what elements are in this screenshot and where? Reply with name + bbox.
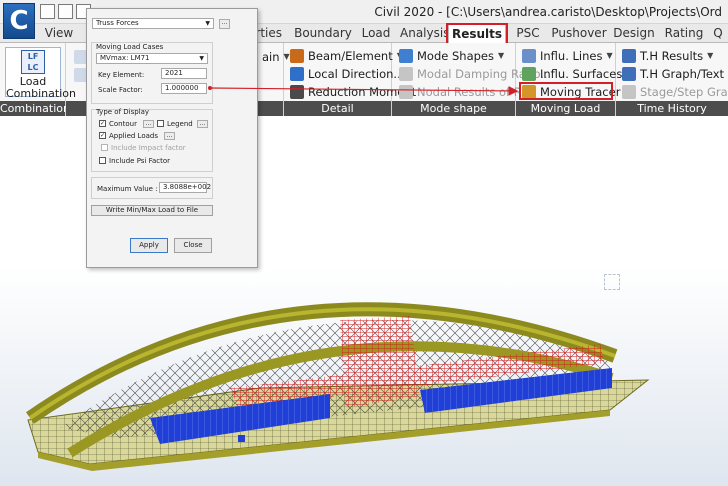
influence-surface-icon — [522, 67, 536, 81]
include-impact-factor-checkbox[interactable] — [101, 144, 108, 151]
moving-tracer-highlight — [519, 82, 613, 100]
model-viewport[interactable] — [0, 268, 728, 486]
tab-boundary[interactable]: Boundary — [294, 24, 352, 43]
th-results-icon — [622, 49, 636, 63]
include-psi-factor-label: Include Psi Factor — [109, 157, 171, 165]
new-file-icon[interactable] — [40, 4, 55, 19]
tab-results[interactable]: Results — [448, 24, 506, 44]
mode-shape-icon — [399, 49, 413, 63]
contour-options-button[interactable]: ... — [143, 120, 154, 128]
result-type-select[interactable]: Truss Forces ▼ — [92, 18, 214, 29]
tab-analysis[interactable]: Analysis — [400, 24, 449, 43]
th-graph-text-label: T.H Graph/Text — [640, 67, 725, 81]
scale-factor-label: Scale Factor: — [98, 86, 143, 94]
damping-icon — [399, 67, 413, 81]
result-type-options-button[interactable]: ... — [219, 19, 230, 29]
moment-icon — [290, 85, 304, 99]
type-of-display-label: Type of Display — [96, 108, 150, 116]
applied-loads-options-button[interactable]: ... — [164, 132, 175, 140]
load-combination-icon: LF LC — [21, 50, 45, 74]
influ-lines-button[interactable]: Influ. Lines ▼ — [522, 48, 613, 64]
group-label-detail: Detail — [284, 101, 391, 116]
tab-rating[interactable]: Rating — [664, 24, 704, 43]
moving-tracer-dialog: Truss Forces ▼ ... Moving Load Cases MVm… — [86, 8, 258, 268]
th-graph-text-button[interactable]: T.H Graph/Text▼ — [622, 66, 728, 82]
mode-shapes-label: Mode Shapes — [417, 49, 494, 63]
nodal-results-rs-button[interactable]: Nodal Results of RS — [399, 84, 529, 100]
nodal-results-icon — [399, 85, 413, 99]
screenshot-root: Civil 2020 - [C:\Users\andrea.caristo\De… — [0, 0, 728, 486]
stage-step-graph-button[interactable]: Stage/Step Graph — [622, 84, 728, 100]
contour-label: Contour — [109, 120, 137, 128]
beam-element-label: Beam/Element — [308, 49, 393, 63]
th-results-label: T.H Results — [640, 49, 704, 63]
app-logo-icon[interactable]: C — [3, 3, 35, 39]
support-marker — [238, 435, 245, 442]
axes-icon — [290, 67, 304, 81]
th-results-button[interactable]: T.H Results ▼ — [622, 48, 713, 64]
tab-design[interactable]: Design — [612, 24, 656, 43]
include-impact-factor-label: Include Impact factor — [111, 144, 186, 152]
legend-checkbox[interactable] — [157, 120, 164, 127]
influ-lines-label: Influ. Lines — [540, 49, 603, 63]
moving-load-case-value: MVmax: LM71 — [100, 54, 150, 62]
nodal-results-rs-label: Nodal Results of RS — [417, 85, 530, 99]
stage-graph-icon — [622, 85, 636, 99]
group-label-mode-shape: Mode shape — [392, 101, 515, 116]
include-psi-factor-checkbox[interactable] — [99, 157, 106, 164]
maximum-value-field: 3.8088e+002 — [159, 182, 211, 193]
chevron-down-icon: ▼ — [205, 20, 210, 27]
scale-factor-input[interactable]: 1.000000 — [161, 83, 207, 94]
legend-options-button[interactable]: ... — [197, 120, 208, 128]
ribbon-group-time-history: T.H Results▼ T.H Graph/Text▼ Stage/Step … — [616, 43, 728, 116]
ribbon-group-mode-shape: Mode Shapes ▼ Modal Damping Ratio.. Nodal… — [392, 43, 548, 116]
quick-access-toolbar — [40, 4, 91, 19]
load-combination-button[interactable]: LF LC Load Combination — [5, 47, 76, 100]
write-min-max-load-button[interactable]: Write Min/Max Load to File — [91, 205, 213, 216]
window-title: Civil 2020 - [C:\Users\andrea.caristo\De… — [374, 5, 722, 19]
close-button[interactable]: Close — [174, 238, 212, 253]
chevron-down-icon: ▼ — [199, 55, 204, 62]
red-load-block — [340, 316, 420, 408]
tab-pushover[interactable]: Pushover — [550, 24, 608, 43]
chevron-down-icon: ▼ — [498, 51, 505, 60]
chevron-down-icon: ▼ — [707, 51, 714, 60]
maximum-value-label: Maximum Value : — [97, 185, 158, 193]
partial-ribbon-item-label: ain — [262, 50, 280, 64]
graph-icon — [622, 67, 636, 81]
group-label-time-history: Time History — [616, 101, 728, 116]
group-label-moving-load: Moving Load — [516, 101, 615, 116]
legend-label: Legend — [167, 120, 193, 128]
key-element-label: Key Element: — [98, 71, 145, 79]
bridge-model — [26, 302, 650, 471]
mode-shapes-button[interactable]: Mode Shapes ▼ — [399, 48, 504, 64]
applied-loads-checkbox[interactable]: ✓ — [99, 132, 106, 139]
moving-load-cases-label: Moving Load Cases — [96, 43, 164, 51]
chevron-down-icon: ▼ — [606, 51, 613, 60]
beam-element-button[interactable]: Beam/Element▼ — [290, 48, 403, 64]
local-direction-button[interactable]: Local Direction.. — [290, 66, 401, 82]
local-direction-label: Local Direction.. — [308, 67, 401, 81]
apply-button[interactable]: Apply — [130, 238, 168, 253]
ribbon-group-combination: LF LC Load Combination Combination — [0, 43, 76, 116]
ribbon-group-moving-load: Influ. Lines▼ Influ. Surfaces▼ Moving Tr… — [516, 43, 632, 116]
result-type-value: Truss Forces — [96, 19, 139, 27]
group-label-combination: Combination — [0, 101, 70, 116]
beam-icon — [290, 49, 304, 63]
tab-view[interactable]: View — [40, 24, 78, 43]
stage-step-graph-label: Stage/Step Graph — [640, 85, 728, 99]
influ-surfaces-label: Influ. Surfaces — [540, 67, 623, 81]
tab-psc[interactable]: PSC — [512, 24, 544, 43]
moving-load-case-select[interactable]: MVmax: LM71 ▼ — [96, 53, 208, 64]
key-element-input[interactable]: 2021 — [161, 68, 207, 79]
contour-checkbox[interactable]: ✓ — [99, 120, 106, 127]
ribbon-group-detail: Beam/Element▼ Local Direction.. Reductio… — [284, 43, 416, 116]
view-cube-icon[interactable] — [604, 274, 620, 290]
influence-line-icon — [522, 49, 536, 63]
tab-load[interactable]: Load — [358, 24, 394, 43]
open-file-icon[interactable] — [58, 4, 73, 19]
tab-partial[interactable]: Q — [710, 24, 726, 43]
applied-loads-label: Applied Loads — [109, 132, 158, 140]
